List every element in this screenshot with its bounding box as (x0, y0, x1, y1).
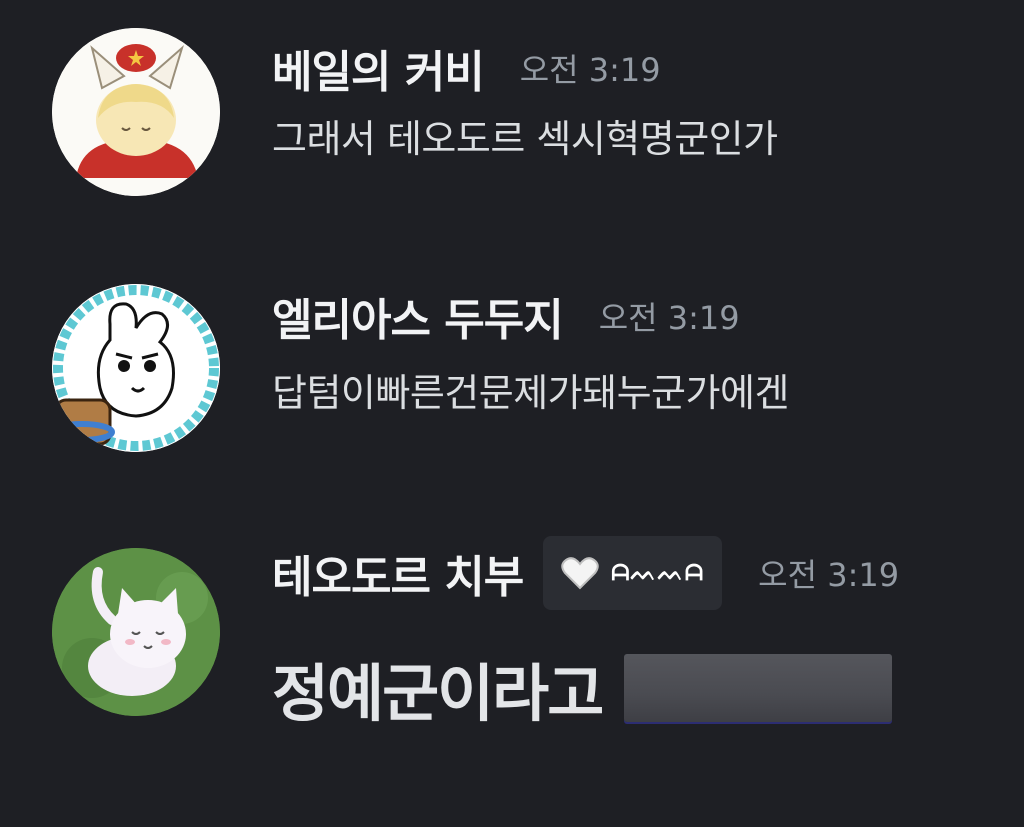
message-item: 테오도르 치부 ᗩᨓᨓᗩ 오전 3:19 정예군이라고 (0, 520, 1024, 820)
pixel-rabbit-avatar-icon (52, 284, 220, 452)
message-item: 엘리아스 두두지 오전 3:19 답텀이빠른건문제가돼누군가에겐 (0, 270, 1024, 500)
username[interactable]: 베일의 커비 (272, 36, 485, 100)
timestamp: 오전 3:19 (598, 299, 740, 337)
message-item: 베일의 커비 오전 3:19 그래서 테오도르 섹시혁명군인가 (0, 0, 1024, 230)
timestamp: 오전 3:19 (519, 51, 661, 89)
username[interactable]: 테오도르 치부 (272, 541, 524, 605)
chat-log: 베일의 커비 오전 3:19 그래서 테오도르 섹시혁명군인가 엘리아스 두두지… (0, 0, 1024, 827)
message-text: 정예군이라고 (272, 657, 604, 730)
cat-boy-avatar-icon (52, 28, 220, 196)
server-tag[interactable]: ᗩᨓᨓᗩ (543, 536, 723, 610)
white-cat-avatar-icon (52, 548, 220, 716)
username[interactable]: 엘리아스 두두지 (272, 284, 564, 348)
message-content: 정예군이라고 (272, 646, 893, 730)
timestamp: 오전 3:19 (758, 556, 900, 594)
white-heart-icon (561, 557, 599, 590)
redacted-block (624, 654, 893, 722)
message-text: 그래서 테오도르 섹시혁명군인가 (272, 117, 778, 161)
user-avatar[interactable] (52, 284, 220, 452)
user-avatar[interactable] (52, 548, 220, 716)
user-avatar[interactable] (52, 28, 220, 196)
server-tag-label: ᗩᨓᨓᗩ (611, 560, 705, 586)
message-text: 답텀이빠른건문제가돼누군가에겐 (272, 371, 789, 415)
